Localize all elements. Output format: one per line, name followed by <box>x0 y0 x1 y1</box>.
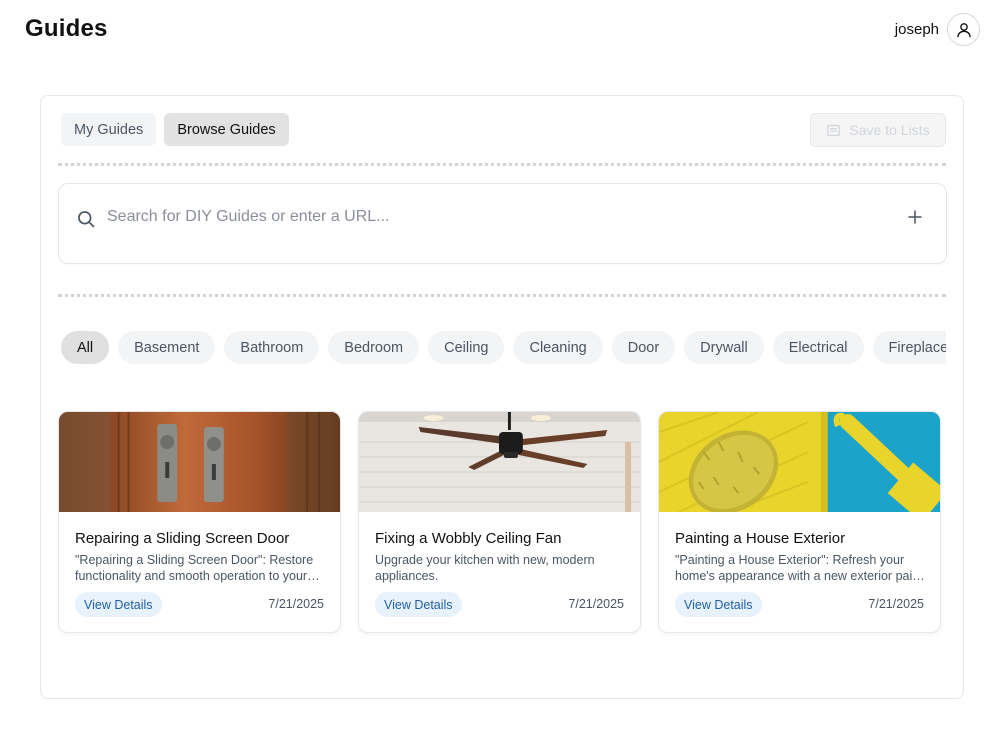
tab-browse-guides[interactable]: Browse Guides <box>164 113 289 146</box>
category-chip-electrical[interactable]: Electrical <box>772 331 864 364</box>
card-title: Fixing a Wobbly Ceiling Fan <box>375 530 562 547</box>
guides-panel: My Guides Browse Guides Save to Lists Al… <box>40 95 964 699</box>
card-date: 7/21/2025 <box>268 597 324 611</box>
card-date: 7/21/2025 <box>868 597 924 611</box>
card-description: Upgrade your kitchen with new, modern ap… <box>375 553 595 583</box>
view-details-button[interactable]: View Details <box>375 592 462 617</box>
card-title: Repairing a Sliding Screen Door <box>75 530 290 547</box>
user-icon <box>956 22 971 37</box>
category-chip-basement[interactable]: Basement <box>118 331 216 364</box>
page-title: Guides <box>25 15 108 42</box>
search-input[interactable] <box>107 204 867 230</box>
search-icon <box>78 211 95 228</box>
door-lock-image <box>59 412 340 512</box>
view-details-button[interactable]: View Details <box>675 592 762 617</box>
search-box <box>58 183 947 264</box>
card-date: 7/21/2025 <box>568 597 624 611</box>
category-filters: All Basement Bathroom Bedroom Ceiling Cl… <box>61 331 946 365</box>
avatar[interactable] <box>947 13 980 46</box>
paint-roller-image <box>659 412 940 512</box>
category-chip-drywall[interactable]: Drywall <box>684 331 764 364</box>
list-icon <box>827 124 841 136</box>
category-chip-bathroom[interactable]: Bathroom <box>224 331 320 364</box>
tab-my-guides[interactable]: My Guides <box>61 113 157 146</box>
category-chip-cleaning[interactable]: Cleaning <box>513 331 603 364</box>
category-chip-door[interactable]: Door <box>611 331 676 364</box>
save-to-lists-button[interactable]: Save to Lists <box>810 113 946 147</box>
guide-card[interactable]: Painting a House Exterior "Painting a Ho… <box>658 411 941 633</box>
category-chip-fireplace[interactable]: Fireplace <box>872 331 946 364</box>
card-description: "Painting a House Exterior": Refresh you… <box>675 553 923 583</box>
card-title: Painting a House Exterior <box>675 530 846 547</box>
ceiling-fan-image <box>359 412 640 512</box>
view-details-button[interactable]: View Details <box>75 592 162 617</box>
top-bar: Guides joseph <box>0 0 1000 62</box>
plus-icon[interactable] <box>906 208 924 226</box>
guide-cards: Repairing a Sliding Screen Door "Repairi… <box>58 411 941 633</box>
user-name: joseph <box>894 21 939 38</box>
category-chip-all[interactable]: All <box>61 331 110 364</box>
category-chip-ceiling[interactable]: Ceiling <box>428 331 505 364</box>
guide-tabs: My Guides Browse Guides <box>61 113 289 146</box>
save-to-lists-label: Save to Lists <box>849 122 930 138</box>
user-menu[interactable]: joseph <box>895 13 980 46</box>
category-chip-bedroom[interactable]: Bedroom <box>328 331 420 364</box>
guide-card[interactable]: Fixing a Wobbly Ceiling Fan Upgrade your… <box>358 411 641 633</box>
card-description: "Repairing a Sliding Screen Door": Resto… <box>75 553 314 583</box>
guide-card[interactable]: Repairing a Sliding Screen Door "Repairi… <box>58 411 341 633</box>
divider <box>58 294 946 297</box>
divider <box>58 163 946 166</box>
